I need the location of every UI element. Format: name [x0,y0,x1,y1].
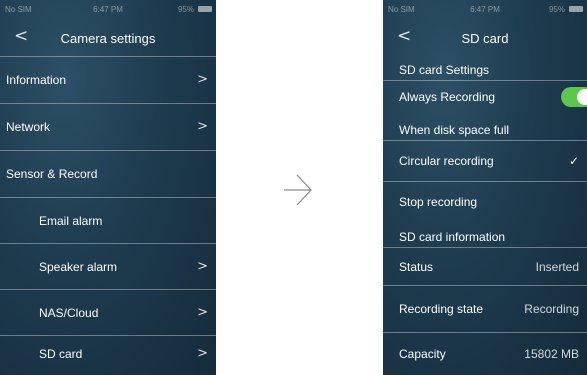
menu-item-network[interactable]: Network > [0,104,216,149]
status-bar: No SIM 6:47 PM 95% [0,0,216,18]
menu-item-sensor-record[interactable]: Sensor & Record [0,151,216,196]
menu-item-nas-cloud[interactable]: NAS/Cloud > [0,290,216,335]
page-title: Camera settings [60,31,156,46]
menu-item-speaker-alarm[interactable]: Speaker alarm > [0,244,216,289]
page-title: SD card [461,31,509,46]
always-recording-row: Always Recording [383,81,587,113]
section-header-label: When disk space full [399,123,510,137]
menu-item-email-alarm[interactable]: Email alarm [0,198,216,243]
status-value: Inserted [535,259,579,274]
battery-percent: 95% [548,5,565,14]
status-label: Status [399,259,434,274]
nav-bar: < SD card [383,22,587,54]
menu-item-sd-card[interactable]: SD card > [0,336,216,371]
battery-icon [198,6,212,12]
chevron-right-icon: > [197,304,208,320]
camera-settings-screen: No SIM 6:47 PM 95% < Camera settings Inf… [0,0,216,375]
menu-item-label: Network [6,119,51,134]
section-header-sd-settings: SD card Settings [383,60,587,80]
menu-item-label: SD card [39,346,83,361]
checkmark-icon: ✓ [568,154,579,168]
chevron-right-icon: > [197,118,208,134]
status-bar: No SIM 6:47 PM 95% [383,0,587,18]
arrow-right-icon [284,174,312,206]
chevron-right-icon: > [197,258,208,274]
stop-recording-option[interactable]: Stop recording [383,182,587,222]
status-row: Status Inserted [383,248,587,285]
sd-card-screen: No SIM 6:47 PM 95% < SD card SD card Set… [383,0,587,375]
always-recording-toggle[interactable] [561,87,587,107]
section-header-label: SD card information [399,230,506,244]
menu-item-information[interactable]: Information > [0,57,216,102]
recording-state-value: Recording [524,302,579,316]
menu-item-label: NAS/Cloud [39,305,99,320]
nav-bar: < Camera settings [0,22,216,54]
circular-recording-label: Circular recording [399,154,494,168]
menu-item-label: Information [6,72,67,87]
chevron-right-icon: > [197,345,208,361]
recording-state-row: Recording state Recording [383,286,587,332]
recording-state-label: Recording state [399,302,484,316]
menu-item-label: Speaker alarm [39,259,118,274]
section-header-label: SD card Settings [399,63,490,77]
always-recording-label: Always Recording [399,90,496,104]
battery-icon [569,6,583,12]
menu-item-label: Sensor & Record [6,166,98,181]
section-header-sd-info: SD card information [383,227,587,247]
toggle-knob [577,89,587,105]
battery-percent: 95% [177,5,194,14]
capacity-label: Capacity [399,347,446,361]
stop-recording-label: Stop recording [399,195,478,209]
chevron-right-icon: > [197,71,208,87]
section-header-disk-full: When disk space full [383,120,587,140]
capacity-value: 15802 MB [524,347,579,361]
capacity-row: Capacity 15802 MB [383,333,587,375]
menu-item-label: Email alarm [39,213,103,228]
circular-recording-option[interactable]: Circular recording ✓ [383,141,587,181]
